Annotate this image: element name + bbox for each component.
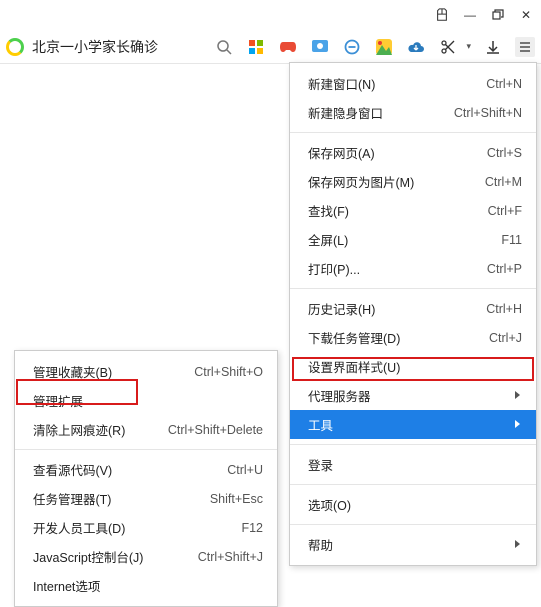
gamepad-icon[interactable] [278,37,298,57]
main-menu-separator [290,484,536,485]
main-menu-item-12[interactable]: 代理服务器 [290,381,536,410]
sub-menu-item-1[interactable]: 管理扩展 [15,386,277,415]
window-titlebar: — ✕ [0,0,541,30]
browser-logo-icon [6,38,24,56]
sub-menu-item-6[interactable]: 开发人员工具(D) F12 [15,513,277,542]
sub-menu-item-label: 清除上网痕迹(R) [33,420,125,439]
sub-menu-item-shortcut: Ctrl+Shift+J [198,550,263,564]
main-menu-item-shortcut: Ctrl+S [487,146,522,160]
main-menu-separator [290,132,536,133]
sub-menu-item-8[interactable]: Internet选项 [15,571,277,600]
browser-toolbar: 北京一小学家长确诊 ▾ [0,30,541,64]
main-menu-item-4[interactable]: 保存网页为图片(M) Ctrl+M [290,167,536,196]
main-menu: 新建窗口(N) Ctrl+N 新建隐身窗口 Ctrl+Shift+N 保存网页(A) Ct… [289,62,537,566]
extension-icon[interactable] [435,8,449,22]
main-menu-item-0[interactable]: 新建窗口(N) Ctrl+N [290,69,536,98]
main-menu-item-label: 下载任务管理(D) [308,328,400,347]
circle-dash-icon[interactable] [342,37,362,57]
main-menu-item-label: 设置界面样式(U) [308,357,400,376]
sub-menu-item-label: 开发人员工具(D) [33,518,125,537]
main-menu-item-label: 历史记录(H) [308,299,375,318]
minimize-button[interactable]: — [463,8,477,22]
main-menu-item-label: 新建隐身窗口 [308,103,383,122]
main-menu-item-shortcut: Ctrl+P [487,262,522,276]
main-menu-item-1[interactable]: 新建隐身窗口 Ctrl+Shift+N [290,98,536,127]
screenshot-icon[interactable] [310,37,330,57]
scissors-icon[interactable] [438,37,458,57]
main-menu-item-11[interactable]: 设置界面样式(U) [290,352,536,381]
chevron-right-icon [494,538,522,552]
main-menu-item-label: 选项(O) [308,495,351,514]
sub-menu-item-label: JavaScript控制台(J) [33,547,143,566]
main-menu-item-label: 保存网页为图片(M) [308,172,414,191]
sub-menu-item-2[interactable]: 清除上网痕迹(R) Ctrl+Shift+Delete [15,415,277,444]
main-menu-item-13[interactable]: 工具 [290,410,536,439]
main-menu-item-19[interactable]: 帮助 [290,530,536,559]
sub-menu-item-shortcut: Ctrl+U [227,463,263,477]
download-cloud-icon[interactable] [406,37,426,57]
chevron-right-icon [494,418,522,432]
main-menu-item-shortcut: Ctrl+N [486,77,522,91]
main-menu-item-10[interactable]: 下载任务管理(D) Ctrl+J [290,323,536,352]
sub-menu-separator [15,449,277,450]
main-menu-item-5[interactable]: 查找(F) Ctrl+F [290,196,536,225]
main-menu-separator [290,444,536,445]
sub-menu-item-7[interactable]: JavaScript控制台(J) Ctrl+Shift+J [15,542,277,571]
download-arrow-icon[interactable] [483,37,503,57]
main-menu-item-label: 全屏(L) [308,230,348,249]
main-menu-item-shortcut: Ctrl+M [485,175,522,189]
grid-icon[interactable] [246,37,266,57]
main-menu-item-label: 查找(F) [308,201,349,220]
restore-button[interactable] [491,8,505,22]
main-menu-item-label: 登录 [308,455,333,474]
main-menu-item-label: 帮助 [308,535,333,554]
sub-menu-item-label: 任务管理器(T) [33,489,111,508]
main-menu-item-shortcut: Ctrl+H [486,302,522,316]
main-menu-item-shortcut: Ctrl+F [488,204,522,218]
sub-menu-item-shortcut: Ctrl+Shift+Delete [168,423,263,437]
chevron-right-icon [494,389,522,403]
hamburger-menu-icon[interactable] [515,37,535,57]
main-menu-item-7[interactable]: 打印(P)... Ctrl+P [290,254,536,283]
main-menu-item-3[interactable]: 保存网页(A) Ctrl+S [290,138,536,167]
main-menu-item-15[interactable]: 登录 [290,450,536,479]
main-menu-item-shortcut: Ctrl+Shift+N [454,106,522,120]
sub-menu-item-5[interactable]: 任务管理器(T) Shift+Esc [15,484,277,513]
search-icon[interactable] [214,37,234,57]
main-menu-item-shortcut: F11 [501,233,522,247]
main-menu-item-label: 打印(P)... [308,259,360,278]
main-menu-item-shortcut: Ctrl+J [489,331,522,345]
sub-menu-item-label: 管理收藏夹(B) [33,362,112,381]
sub-menu-item-4[interactable]: 查看源代码(V) Ctrl+U [15,455,277,484]
sub-menu-item-shortcut: Ctrl+Shift+O [194,365,263,379]
tools-submenu: 管理收藏夹(B) Ctrl+Shift+O 管理扩展清除上网痕迹(R) Ctrl+Sh… [14,350,278,607]
sub-menu-item-shortcut: Shift+Esc [210,492,263,506]
scissors-dropdown-icon[interactable]: ▾ [466,41,471,52]
main-menu-item-9[interactable]: 历史记录(H) Ctrl+H [290,294,536,323]
main-menu-item-label: 保存网页(A) [308,143,375,162]
main-menu-separator [290,524,536,525]
main-menu-item-label: 新建窗口(N) [308,74,375,93]
main-menu-separator [290,288,536,289]
sub-menu-item-0[interactable]: 管理收藏夹(B) Ctrl+Shift+O [15,357,277,386]
colorful-icon[interactable] [374,37,394,57]
main-menu-item-label: 工具 [308,415,333,434]
sub-menu-item-label: Internet选项 [33,576,100,595]
close-button[interactable]: ✕ [519,8,533,22]
main-menu-item-6[interactable]: 全屏(L) F11 [290,225,536,254]
sub-menu-item-label: 管理扩展 [33,391,83,410]
address-text[interactable]: 北京一小学家长确诊 [32,37,158,57]
sub-menu-item-shortcut: F12 [241,521,263,535]
main-menu-item-label: 代理服务器 [308,386,371,405]
sub-menu-item-label: 查看源代码(V) [33,460,112,479]
main-menu-item-17[interactable]: 选项(O) [290,490,536,519]
